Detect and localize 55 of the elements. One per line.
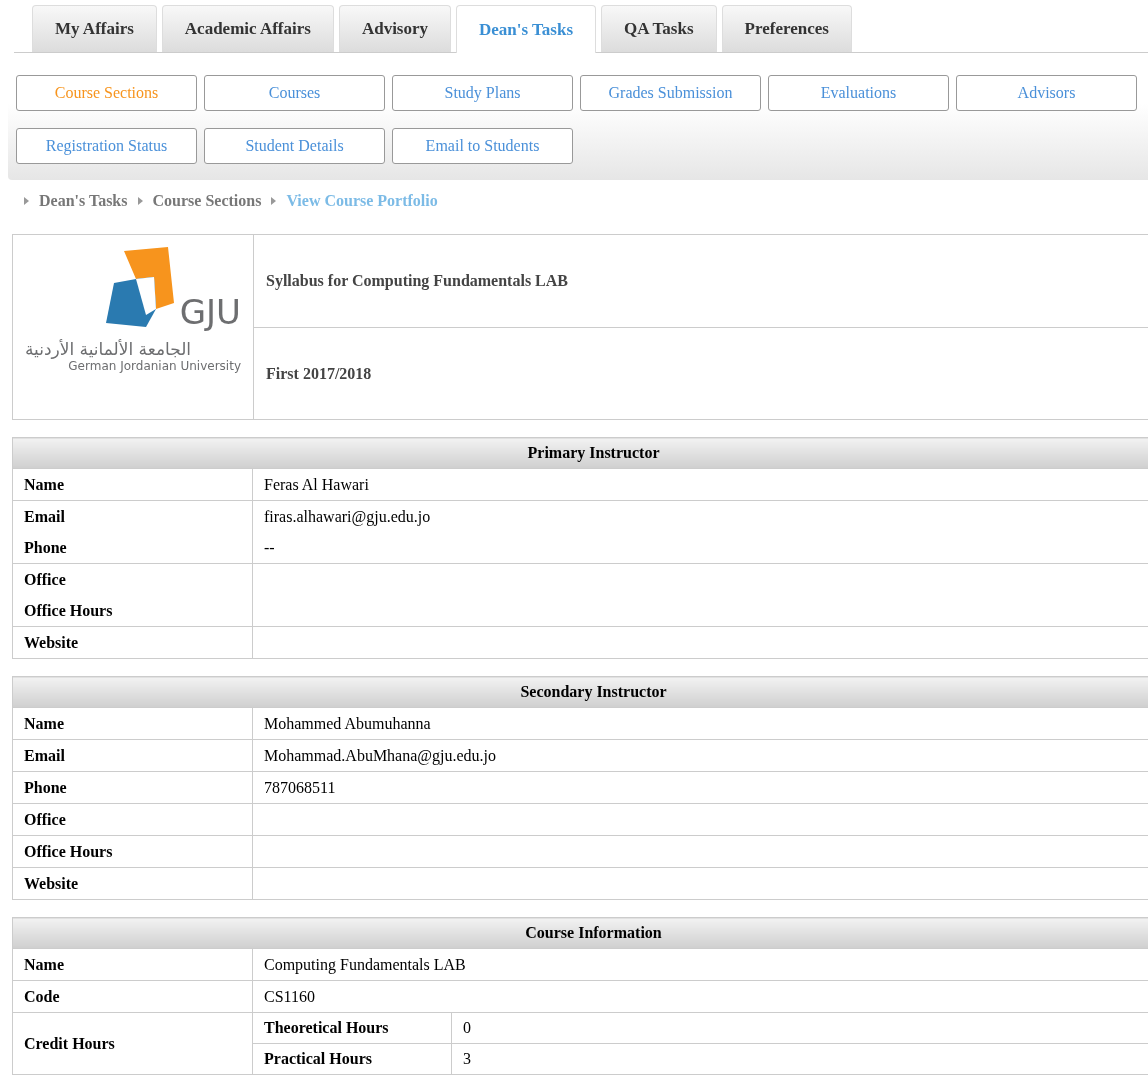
- field-value: firas.alhawari@gju.edu.jo: [264, 507, 432, 528]
- field-label: Office: [24, 810, 67, 830]
- subnav-button[interactable]: Student Details: [204, 128, 385, 164]
- section-header: Primary Instructor: [12, 437, 1148, 469]
- field-label: Name: [24, 955, 65, 975]
- field-label: Name: [24, 714, 65, 734]
- nav-tab[interactable]: Advisory: [338, 5, 452, 52]
- subnav-button[interactable]: Email to Students: [392, 128, 573, 164]
- nav-tab[interactable]: Dean's Tasks: [456, 5, 597, 53]
- field-label: Email: [24, 746, 66, 766]
- field-value: 787068511: [264, 778, 337, 798]
- field-value: --: [264, 538, 276, 558]
- logo-icon: [105, 245, 176, 327]
- nav-tab[interactable]: Academic Affairs: [161, 5, 334, 52]
- logo-english-name: German Jordanian University: [68, 359, 241, 373]
- field-label: Office Hours: [24, 842, 114, 862]
- field-label: Name: [24, 475, 65, 495]
- subnav-button[interactable]: Advisors: [956, 75, 1137, 111]
- field-label: Office Hours: [24, 601, 114, 621]
- section-header: Secondary Instructor: [12, 676, 1148, 708]
- subnav-button[interactable]: Courses: [204, 75, 385, 111]
- triangle-icon: [137, 197, 143, 205]
- field-label: Website: [24, 874, 80, 894]
- triangle-icon: [271, 197, 277, 205]
- subnav-button[interactable]: Evaluations: [768, 75, 949, 111]
- field-value: Mohammad.AbuMhana@gju.edu.jo: [264, 746, 498, 767]
- field-value: Computing Fundamentals LAB: [264, 955, 467, 976]
- subnav-button[interactable]: Registration Status: [16, 128, 197, 164]
- breadcrumb-link[interactable]: View Course Portfolio: [286, 192, 438, 210]
- nav-tab[interactable]: Preferences: [721, 5, 852, 52]
- logo-wordmark: GJU: [179, 295, 241, 329]
- breadcrumb-link[interactable]: Dean's Tasks: [39, 192, 128, 210]
- field-label: Office: [24, 570, 67, 590]
- field-label: Phone: [24, 778, 68, 798]
- nav-tab[interactable]: QA Tasks: [601, 5, 717, 52]
- section-header: Course Information: [12, 917, 1148, 949]
- field-value: Mohammed Abumuhanna: [264, 714, 432, 734]
- subnav-button[interactable]: Study Plans: [392, 75, 573, 111]
- field-label: Practical Hours: [252, 1043, 452, 1075]
- syllabus-title: Syllabus for Computing Fundamentals LAB: [266, 272, 568, 290]
- semester-label: First 2017/2018: [266, 364, 372, 383]
- field-label: Theoretical Hours: [252, 1012, 452, 1044]
- field-label: Phone: [24, 538, 68, 558]
- breadcrumb-link[interactable]: Course Sections: [152, 192, 262, 210]
- logo-arabic-name: الجامعة الألمانية الأردنية: [25, 339, 192, 359]
- triangle-icon: [24, 197, 29, 205]
- subnav-button[interactable]: Grades Submission: [580, 75, 761, 111]
- field-label: Email: [24, 507, 66, 527]
- subnav-button[interactable]: Course Sections: [16, 75, 197, 111]
- nav-tab[interactable]: My Affairs: [32, 5, 157, 52]
- field-label: Credit Hours: [12, 1012, 253, 1075]
- field-value: Feras Al Hawari: [264, 475, 370, 495]
- field-value: CS1160: [264, 987, 316, 1007]
- field-label: Website: [24, 633, 80, 653]
- field-label: Code: [24, 987, 61, 1007]
